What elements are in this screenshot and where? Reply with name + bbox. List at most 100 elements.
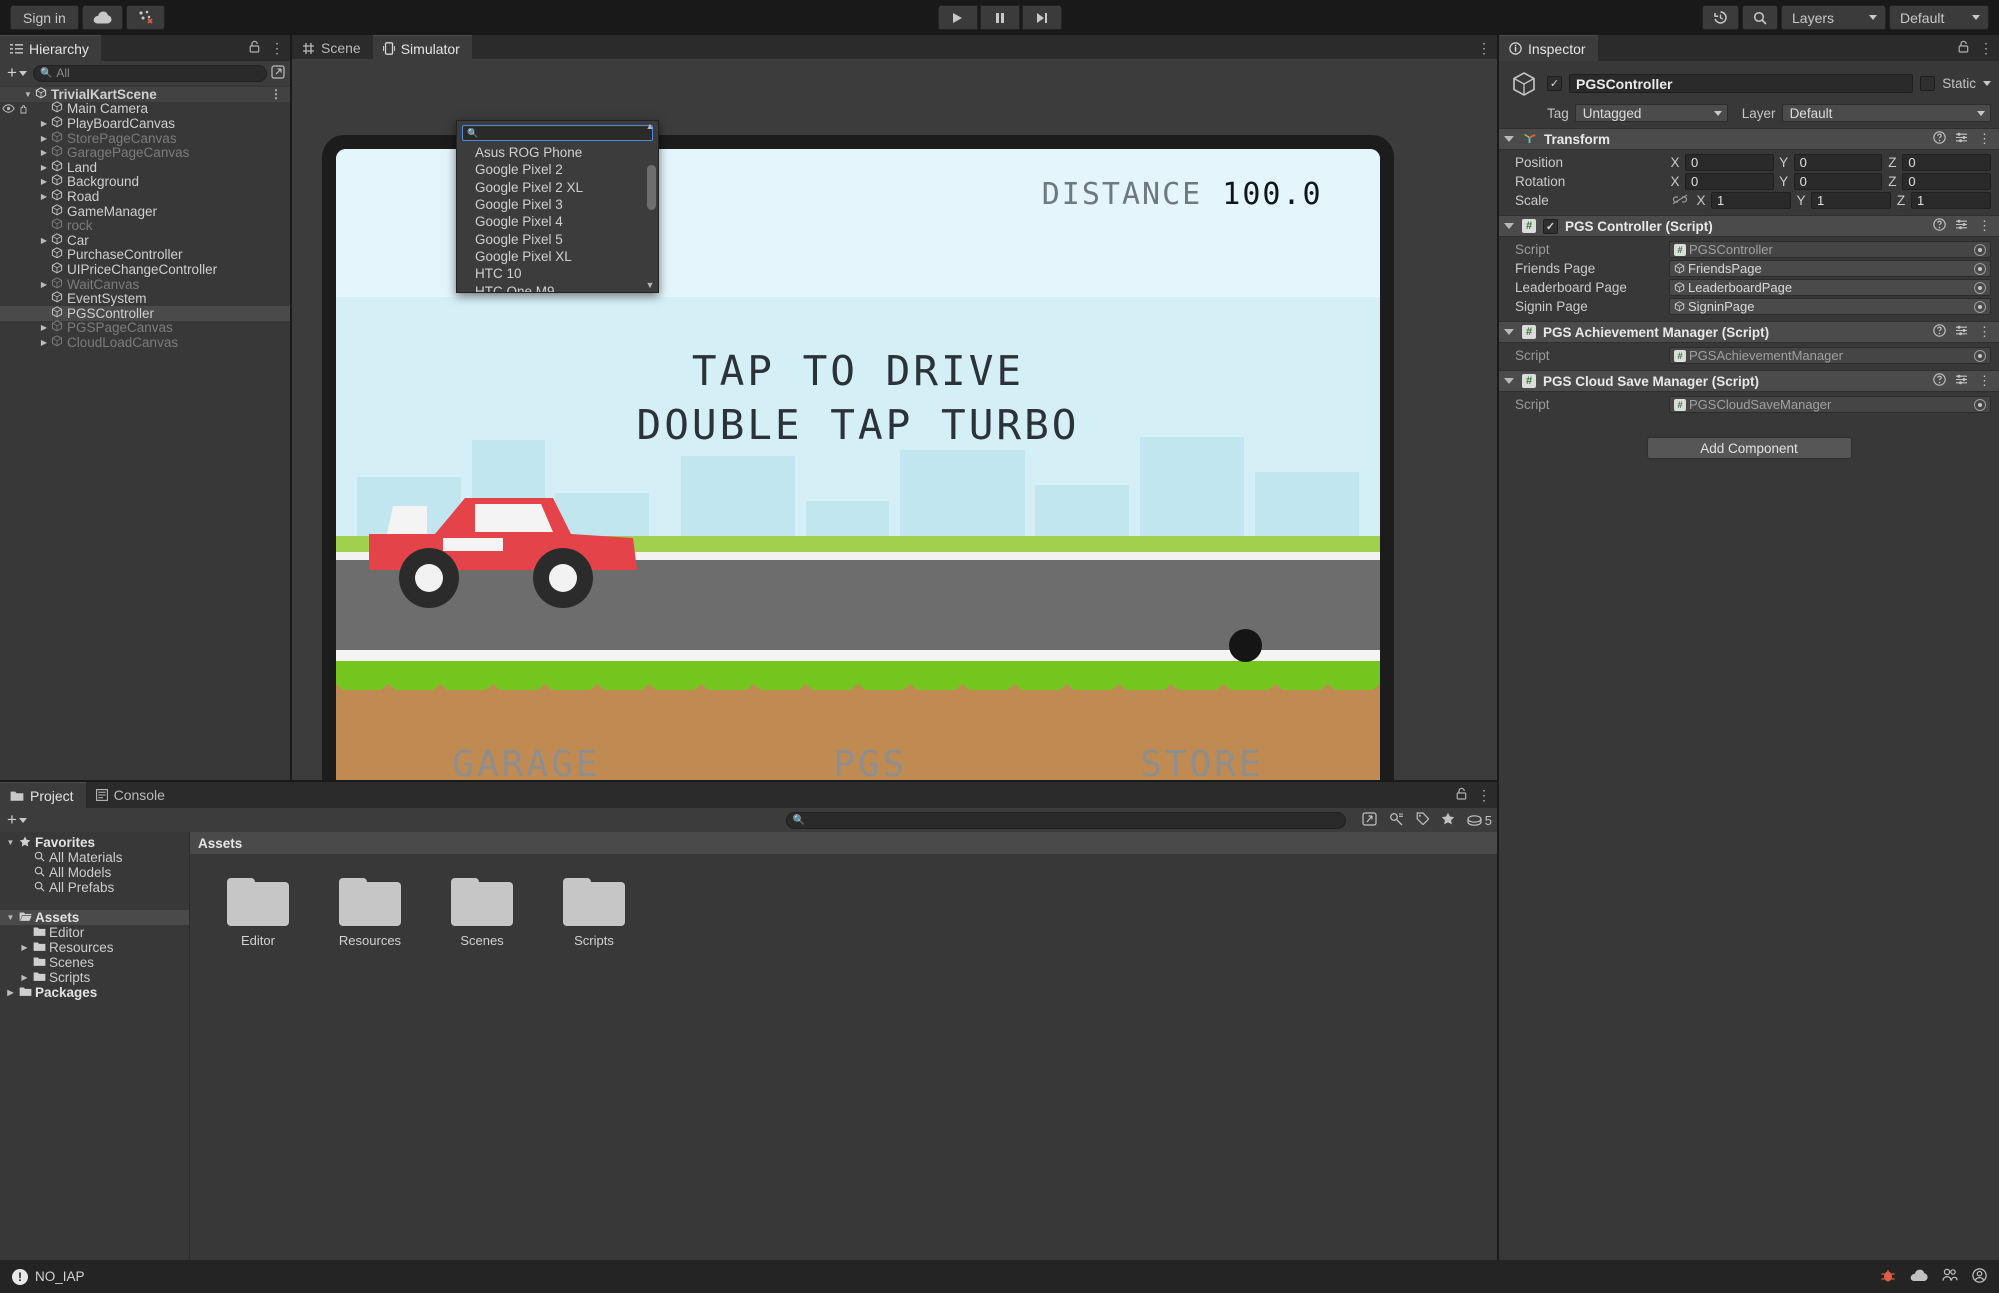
- tab-simulator[interactable]: Simulator: [372, 35, 472, 61]
- hierarchy-item-storepagecanvas[interactable]: ▶ StorePageCanvas: [0, 131, 290, 146]
- expand-arrow[interactable]: ▶: [38, 134, 50, 143]
- status-message[interactable]: NO_IAP: [35, 1269, 85, 1284]
- hierarchy-item-pgscontroller[interactable]: ▶PGSController: [0, 306, 290, 321]
- object-picker-icon[interactable]: [1974, 262, 1986, 275]
- collab-icon[interactable]: [1942, 1268, 1958, 1285]
- expand-arrow[interactable]: ▶: [18, 973, 31, 982]
- play-button[interactable]: [937, 5, 978, 30]
- collapse-arrow[interactable]: [1504, 329, 1514, 335]
- lock-icon[interactable]: [1958, 40, 1969, 56]
- component-header[interactable]: Transform ⋮: [1499, 128, 1999, 150]
- hierarchy-item-rock[interactable]: ▶rock: [0, 218, 290, 233]
- search-icon[interactable]: [1742, 5, 1778, 30]
- hierarchy-item-garagepagecanvas[interactable]: ▶ GaragePageCanvas: [0, 145, 290, 160]
- filter-count-badge[interactable]: 5: [1467, 813, 1492, 828]
- expand-arrow[interactable]: ▶: [38, 338, 50, 347]
- preset-icon[interactable]: [1955, 324, 1969, 340]
- save-filter-icon[interactable]: [1362, 811, 1377, 829]
- tab-hierarchy[interactable]: Hierarchy: [0, 35, 101, 61]
- hierarchy-item-background[interactable]: ▶ Background: [0, 174, 290, 189]
- project-tree-item-all-prefabs[interactable]: ▶All Prefabs: [0, 880, 189, 895]
- nav-store[interactable]: STORE: [1140, 744, 1263, 780]
- create-asset-button[interactable]: +: [5, 810, 29, 830]
- help-icon[interactable]: [1933, 131, 1946, 147]
- asset-folder-scripts[interactable]: Scripts: [552, 878, 636, 948]
- device-option-htc-10[interactable]: HTC 10: [457, 265, 658, 282]
- bug-icon[interactable]: [1880, 1268, 1896, 1286]
- field-rotation-x[interactable]: 0: [1685, 173, 1774, 190]
- sign-in-button[interactable]: Sign in: [10, 5, 79, 30]
- field-signin-page[interactable]: SigninPage: [1669, 298, 1991, 315]
- lock-icon[interactable]: [1456, 787, 1467, 803]
- scroll-down-icon[interactable]: ▼: [644, 280, 656, 290]
- device-option-google-pixel-xl[interactable]: Google Pixel XL: [457, 248, 658, 265]
- field-position-y[interactable]: 0: [1793, 154, 1883, 171]
- pause-button[interactable]: [979, 5, 1020, 30]
- kebab-icon[interactable]: ⋮: [1477, 787, 1491, 804]
- collapse-arrow[interactable]: [1504, 378, 1514, 384]
- nav-garage[interactable]: GARAGE: [452, 744, 600, 780]
- expand-arrow[interactable]: ▶: [38, 119, 50, 128]
- project-tree-item-scripts[interactable]: ▶ Scripts: [0, 970, 189, 985]
- services-icon[interactable]: [125, 5, 165, 30]
- component-header[interactable]: # PGS Cloud Save Manager (Script) ⋮: [1499, 370, 1999, 392]
- collapse-arrow[interactable]: [1504, 223, 1514, 229]
- field-leaderboard-page[interactable]: LeaderboardPage: [1669, 279, 1991, 296]
- expand-arrow[interactable]: ▶: [18, 943, 31, 952]
- project-tree-item-favorites[interactable]: ▼ Favorites: [0, 835, 189, 850]
- cloud-status-icon[interactable]: [1910, 1269, 1928, 1285]
- type-filter-icon[interactable]: [1389, 812, 1404, 829]
- field-rotation-z[interactable]: 0: [1902, 173, 1992, 190]
- project-tree-item-resources[interactable]: ▶ Resources: [0, 940, 189, 955]
- device-option-google-pixel-5[interactable]: Google Pixel 5: [457, 230, 658, 247]
- tag-dropdown[interactable]: Untagged: [1574, 104, 1728, 122]
- hierarchy-item-waitcanvas[interactable]: ▶ WaitCanvas: [0, 277, 290, 292]
- hierarchy-search-input[interactable]: 🔍 All: [32, 64, 267, 82]
- field-scale-y[interactable]: 1: [1811, 192, 1891, 209]
- component-enabled-checkbox[interactable]: ✓: [1543, 218, 1558, 234]
- field-rotation-y[interactable]: 0: [1793, 173, 1883, 190]
- hierarchy-item-land[interactable]: ▶ Land: [0, 160, 290, 175]
- hierarchy-item-cloudloadcanvas[interactable]: ▶ CloudLoadCanvas: [0, 335, 290, 350]
- expand-arrow[interactable]: ▶: [4, 988, 17, 997]
- layer-dropdown[interactable]: Default: [1781, 104, 1991, 122]
- project-tree-item-assets[interactable]: ▼ Assets: [0, 910, 189, 925]
- kebab-icon[interactable]: ⋮: [1978, 373, 1991, 389]
- tab-inspector[interactable]: Inspector: [1499, 35, 1598, 61]
- field-position-x[interactable]: 0: [1685, 154, 1774, 171]
- hierarchy-item-road[interactable]: ▶ Road: [0, 189, 290, 204]
- help-icon[interactable]: [1933, 324, 1946, 340]
- expand-arrow[interactable]: ▼: [22, 90, 34, 99]
- expand-arrow[interactable]: ▶: [38, 323, 50, 332]
- component-header[interactable]: # ✓ PGS Controller (Script) ⋮: [1499, 215, 1999, 237]
- object-picker-icon[interactable]: [1974, 349, 1986, 362]
- field-scale-z[interactable]: 1: [1911, 192, 1991, 209]
- favorite-icon[interactable]: [1441, 812, 1455, 828]
- device-list-dropdown[interactable]: 🔍 Asus ROG Phone Google Pixel 2 Google Pix…: [456, 120, 659, 293]
- object-picker-icon[interactable]: [1974, 281, 1986, 294]
- expand-arrow[interactable]: ▼: [4, 838, 17, 847]
- expand-arrow[interactable]: ▶: [38, 280, 50, 289]
- project-tree-item-packages[interactable]: ▶ Packages: [0, 985, 189, 1000]
- hierarchy-item-uipricechangecontroller[interactable]: ▶UIPriceChangeController: [0, 262, 290, 277]
- add-gameobject-button[interactable]: +: [5, 63, 29, 83]
- device-option-google-pixel-2[interactable]: Google Pixel 2: [457, 161, 658, 178]
- chevron-down-icon[interactable]: [1983, 81, 1991, 86]
- kebab-icon[interactable]: ⋮: [1979, 40, 1993, 57]
- hierarchy-item-purchasecontroller[interactable]: ▶PurchaseController: [0, 247, 290, 262]
- kebab-icon[interactable]: ⋮: [270, 40, 284, 57]
- gameobject-enabled-checkbox[interactable]: ✓: [1547, 76, 1562, 91]
- step-button[interactable]: [1021, 5, 1062, 30]
- tab-console[interactable]: Console: [85, 782, 177, 808]
- preset-icon[interactable]: [1955, 131, 1969, 147]
- object-picker-icon[interactable]: [1974, 300, 1986, 313]
- device-option-htc-one-m9[interactable]: HTC One M9: [457, 282, 658, 292]
- device-option-google-pixel-4[interactable]: Google Pixel 4: [457, 213, 658, 230]
- project-tree-item-all-models[interactable]: ▶All Models: [0, 865, 189, 880]
- kebab-icon[interactable]: ⋮: [1978, 131, 1991, 147]
- expand-arrow[interactable]: ▶: [38, 177, 50, 186]
- kebab-icon[interactable]: ⋮: [270, 87, 282, 101]
- hierarchy-item-car[interactable]: ▶ Car: [0, 233, 290, 248]
- expand-arrow[interactable]: ▶: [38, 163, 50, 172]
- layout-dropdown[interactable]: Default: [1889, 5, 1989, 30]
